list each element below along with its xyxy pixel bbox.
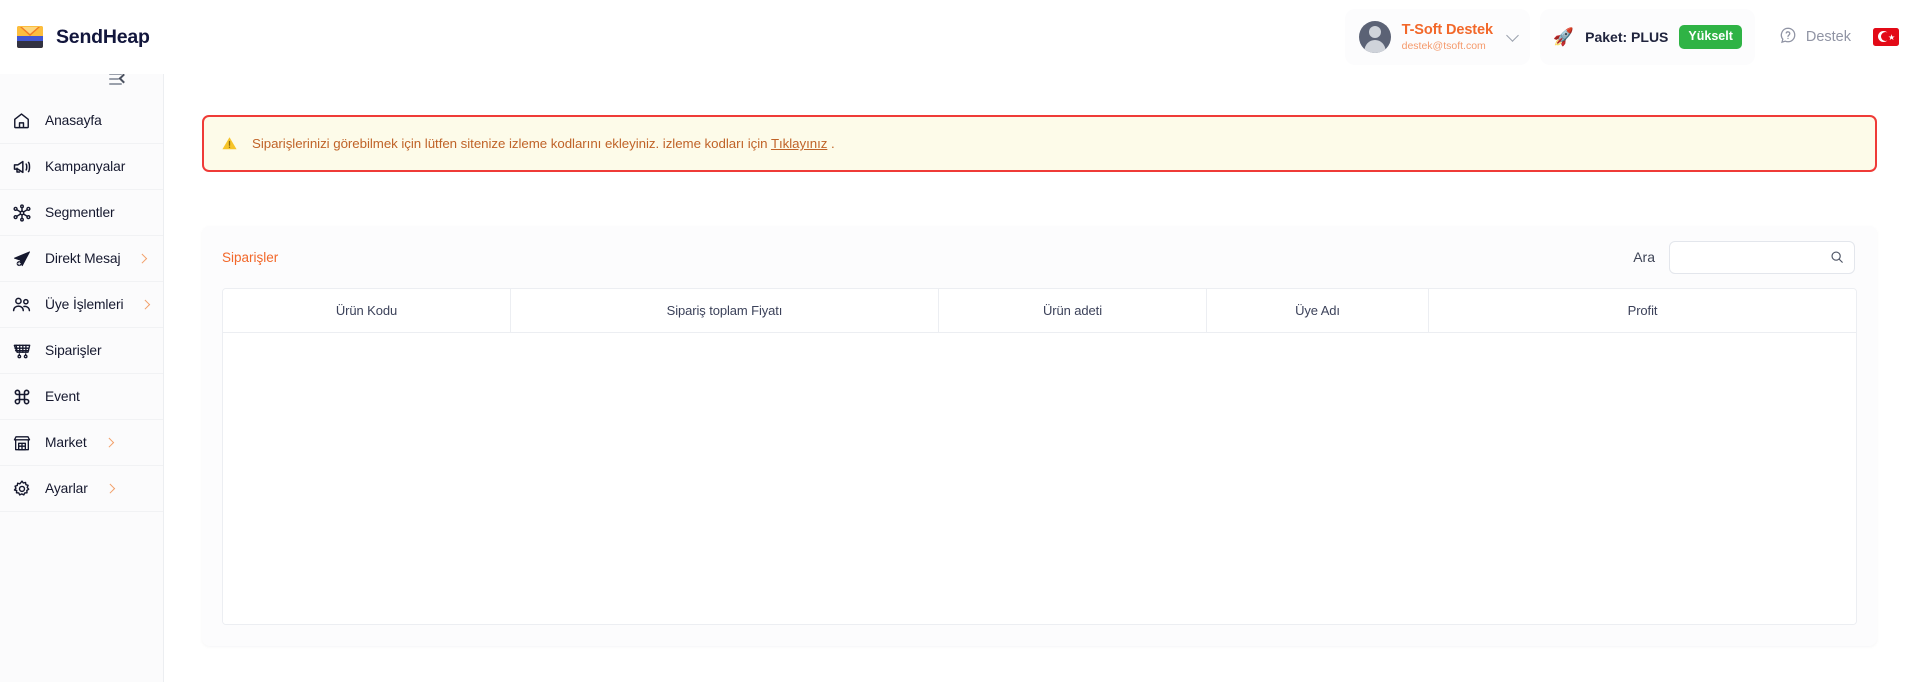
alert-message: Siparişlerinizi görebilmek için lütfen s… (252, 136, 835, 151)
orders-table: Ürün Kodu Sipariş toplam Fiyatı Ürün ade… (222, 288, 1857, 625)
chevron-right-icon (138, 253, 148, 264)
sidebar-item-direkt-mesaj[interactable]: Direkt Mesaj (0, 236, 163, 282)
sidebar-label: Event (45, 389, 80, 404)
top-header: SendHeap T-Soft Destek destek@tsoft.com … (0, 0, 1917, 74)
segments-icon (11, 202, 32, 223)
table-column-header[interactable]: Ürün Kodu (223, 289, 511, 332)
chevron-down-icon[interactable] (1506, 28, 1519, 42)
sidebar-item-ayarlar[interactable]: Ayarlar (0, 466, 163, 512)
chevron-right-icon (141, 299, 151, 310)
sidebar-label: Anasayfa (45, 113, 102, 128)
search-icon[interactable] (1830, 250, 1844, 264)
alert-text-before: Siparişlerinizi görebilmek için lütfen s… (252, 136, 768, 151)
search-input[interactable] (1681, 250, 1830, 264)
upgrade-button[interactable]: Yükselt (1679, 25, 1742, 49)
avatar-icon (1358, 21, 1391, 53)
table-header-row: Ürün Kodu Sipariş toplam Fiyatı Ürün ade… (223, 289, 1856, 333)
search-box[interactable] (1669, 240, 1855, 274)
collapse-sidebar-icon[interactable] (109, 72, 129, 86)
brand-name: SendHeap (56, 25, 150, 48)
table-column-header[interactable]: Ürün adeti (939, 289, 1207, 332)
sidebar-label: Direkt Mesaj (45, 251, 121, 266)
warning-triangle-icon (221, 135, 238, 152)
main-content: Siparişlerinizi görebilmek için lütfen s… (164, 60, 1917, 682)
sidebar-label: Segmentler (45, 205, 115, 220)
sidebar-item-segmentler[interactable]: Segmentler (0, 190, 163, 236)
page-title: Siparişler (222, 249, 279, 265)
megaphone-icon (11, 156, 32, 177)
sidebar-item-market[interactable]: Market (0, 420, 163, 466)
search-area: Ara (1633, 240, 1855, 274)
orders-card-header: Siparişler Ara (202, 226, 1877, 288)
send-icon (11, 248, 32, 269)
user-email: destek@tsoft.com (1401, 40, 1486, 53)
sidebar-label: Ayarlar (45, 481, 88, 496)
sidebar-label: Market (45, 435, 87, 450)
sidebar-item-kampanyalar[interactable]: Kampanyalar (0, 144, 163, 190)
sidebar-item-uye-islemleri[interactable]: Üye İşlemleri (0, 282, 163, 328)
chevron-right-icon (104, 437, 114, 448)
rocket-icon: 🚀 (1552, 27, 1575, 47)
tracking-code-alert: Siparişlerinizi görebilmek için lütfen s… (202, 115, 1877, 172)
brand-logo-area[interactable]: SendHeap (0, 0, 164, 74)
sidebar-item-event[interactable]: Event (0, 374, 163, 420)
alert-link[interactable]: Tıklayınız (771, 136, 827, 151)
question-circle-icon (1779, 26, 1797, 49)
turkey-flag-icon[interactable]: ★ (1873, 28, 1899, 46)
support-link[interactable]: Destek (1765, 9, 1865, 65)
sidebar-navigation: Anasayfa Kampanyalar Segmentler Direkt M… (0, 60, 164, 682)
alert-text-after: . (831, 136, 835, 151)
sidebar-label: Siparişler (45, 343, 102, 358)
user-account-menu[interactable]: T-Soft Destek destek@tsoft.com (1344, 9, 1530, 65)
sidebar-label: Üye İşlemleri (45, 297, 124, 312)
store-icon (11, 432, 32, 453)
gear-icon (11, 478, 32, 499)
sidebar-item-siparisler[interactable]: Siparişler (0, 328, 163, 374)
support-label: Destek (1805, 29, 1851, 45)
table-column-header[interactable]: Sipariş toplam Fiyatı (511, 289, 939, 332)
cart-icon (11, 340, 32, 361)
user-name: T-Soft Destek (1401, 21, 1493, 38)
sidebar-label: Kampanyalar (45, 159, 126, 174)
command-icon (11, 386, 32, 407)
orders-card: Siparişler Ara Ürün Kodu Sipariş toplam … (202, 226, 1877, 646)
package-info: 🚀 Paket: PLUS Yükselt (1539, 9, 1755, 65)
sidebar-item-anasayfa[interactable]: Anasayfa (0, 98, 163, 144)
envelope-icon (17, 26, 43, 48)
chevron-right-icon (105, 483, 115, 494)
home-icon (11, 110, 32, 131)
user-text: T-Soft Destek destek@tsoft.com (1402, 22, 1493, 53)
table-body-empty (223, 333, 1856, 624)
table-column-header[interactable]: Profit (1429, 289, 1856, 332)
table-column-header[interactable]: Üye Adı (1207, 289, 1429, 332)
search-label: Ara (1633, 249, 1655, 265)
users-icon (11, 294, 32, 315)
package-label: Paket: PLUS (1585, 29, 1669, 45)
